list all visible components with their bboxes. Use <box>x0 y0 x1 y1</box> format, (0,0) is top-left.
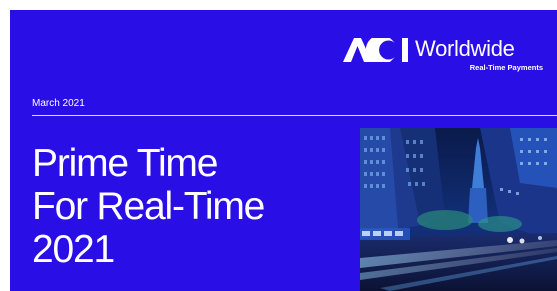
aci-logo-icon <box>343 38 408 62</box>
title-line-1: Prime Time <box>32 142 218 185</box>
city-street-night-photo <box>360 128 557 291</box>
aci-worldwide-logo: Worldwide Real-Time Payments <box>343 36 543 76</box>
title-line-2: For Real-Time <box>32 185 265 228</box>
report-cover: Worldwide Real-Time Payments March 2021 … <box>10 10 557 291</box>
brand-tagline: Real-Time Payments <box>469 63 543 72</box>
brand-name: Worldwide <box>415 36 515 61</box>
report-date: March 2021 <box>32 98 85 109</box>
title-line-3: 2021 <box>32 228 115 271</box>
header-divider <box>32 115 557 116</box>
report-title: Prime Time For Real-Time 2021 <box>32 142 265 271</box>
